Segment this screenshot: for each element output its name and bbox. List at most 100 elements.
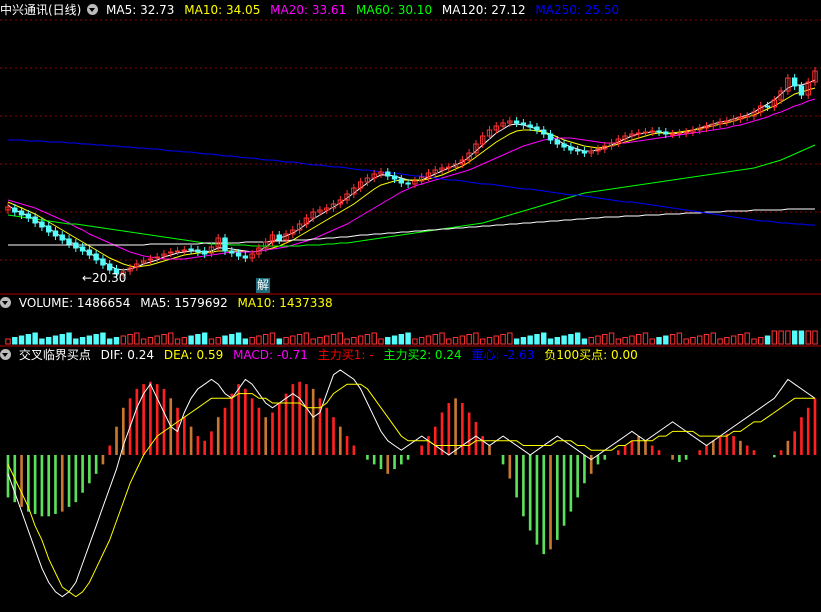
volume-bar [168,332,174,345]
volume-bar [764,335,771,345]
volume-bar [574,332,581,345]
volume-bar [758,337,764,345]
volume-bar [296,334,303,345]
candle-body [527,124,533,128]
volume-bar [500,334,506,345]
volume-bar [554,337,561,345]
candle-body [398,178,405,184]
volume-bar [595,335,601,345]
volume-bar [154,335,160,345]
stock-name[interactable]: 中兴通讯(日线) [0,3,81,17]
ma20-label: MA20: 33.61 [270,3,347,17]
ma250-label: MA250: 25.50 [535,3,620,17]
volume-bar [439,332,445,345]
vol-ma5-label: MA5: 1579692 [140,296,228,310]
price-grid [0,19,821,261]
candle-body [79,246,86,252]
volume-bar [229,334,235,345]
candle-body [93,253,99,261]
volume-bar [629,335,635,345]
volume-bar [649,338,655,345]
volume-bar [222,335,228,345]
volume-bar [385,337,391,345]
volume-bar [615,338,622,345]
volume-bar [737,334,744,345]
volume-bar [432,334,438,345]
volume-bar [310,338,316,345]
volume-bar [317,337,323,345]
candle-body [405,182,411,185]
volume-bar [249,337,255,345]
price-legend: 中兴通讯(日线) MA5: 32.73 MA10: 34.05 MA20: 33… [0,1,625,19]
volume-bar [744,332,750,345]
candle-body [45,225,52,233]
candle-body [635,132,642,135]
ma10-label: MA10: 34.05 [184,3,261,17]
candle-body [147,258,154,261]
volume-bar [201,332,208,345]
candle-body [798,85,805,96]
volume-bar [805,330,811,345]
chevron-down-icon[interactable] [87,4,99,15]
volume-bar [493,335,499,345]
volume-bar [412,338,418,345]
ma-line [8,208,815,246]
volume-bar [785,330,791,345]
chevron-down-icon[interactable] [0,297,11,308]
volume-bar [120,335,126,345]
volume-bar [344,338,350,345]
volume-bar [541,332,547,345]
volume-bar [86,335,93,345]
volume-bar [778,330,784,345]
volume-bar [127,334,133,345]
candle-body [561,143,567,148]
candle-body [235,252,242,257]
ma-lines [7,79,816,271]
heart-label: 重心: -2.63 [471,348,535,362]
indicator-legend: 交叉临界买点 DIF: 0.24 DEA: 0.59 MACD: -0.71 主… [0,346,644,364]
volume-bar [405,332,411,345]
volume-bar [25,334,32,345]
chevron-down-icon[interactable] [0,349,11,360]
volume-bar [534,334,540,345]
ma-line [7,87,816,268]
volume-bar [181,337,188,345]
candle-body [154,256,160,259]
volume-bar [452,337,459,345]
volume-bar [683,338,689,345]
candle-body [581,150,588,154]
candle-body [73,242,79,249]
volume-bar [324,335,330,345]
candle-body [25,213,32,219]
volume-bar [473,332,479,345]
volume-bar [703,334,710,345]
volume-bar [235,332,242,345]
candle-body [649,130,655,133]
volume-bar [140,338,147,345]
volume-bar [730,335,737,345]
volume-bar [676,332,683,345]
jie-badge[interactable]: 解 [256,278,270,293]
candle-body [541,129,547,135]
macd-label: MACD: -0.71 [233,348,308,362]
indicator-name[interactable]: 交叉临界买点 [19,348,91,362]
volume-bar [39,338,45,345]
volume-bar [262,334,269,345]
candle-body [18,210,25,216]
volume-bar [290,335,296,345]
volume-bar [188,335,194,345]
volume-bar [79,337,86,345]
volume-bar [608,332,615,345]
volume-bar [669,334,676,345]
candle-body [656,130,662,133]
volume-bar [371,332,377,345]
candle-body [52,230,59,237]
candle-body [276,234,282,241]
candle-body [554,139,561,145]
volume-bar [568,334,574,345]
volume-bar [812,330,818,345]
volume-bar [418,337,425,345]
volume-bar [622,337,628,345]
volume-bar [283,337,289,345]
neg100-label: 负100买点: 0.00 [544,348,638,362]
